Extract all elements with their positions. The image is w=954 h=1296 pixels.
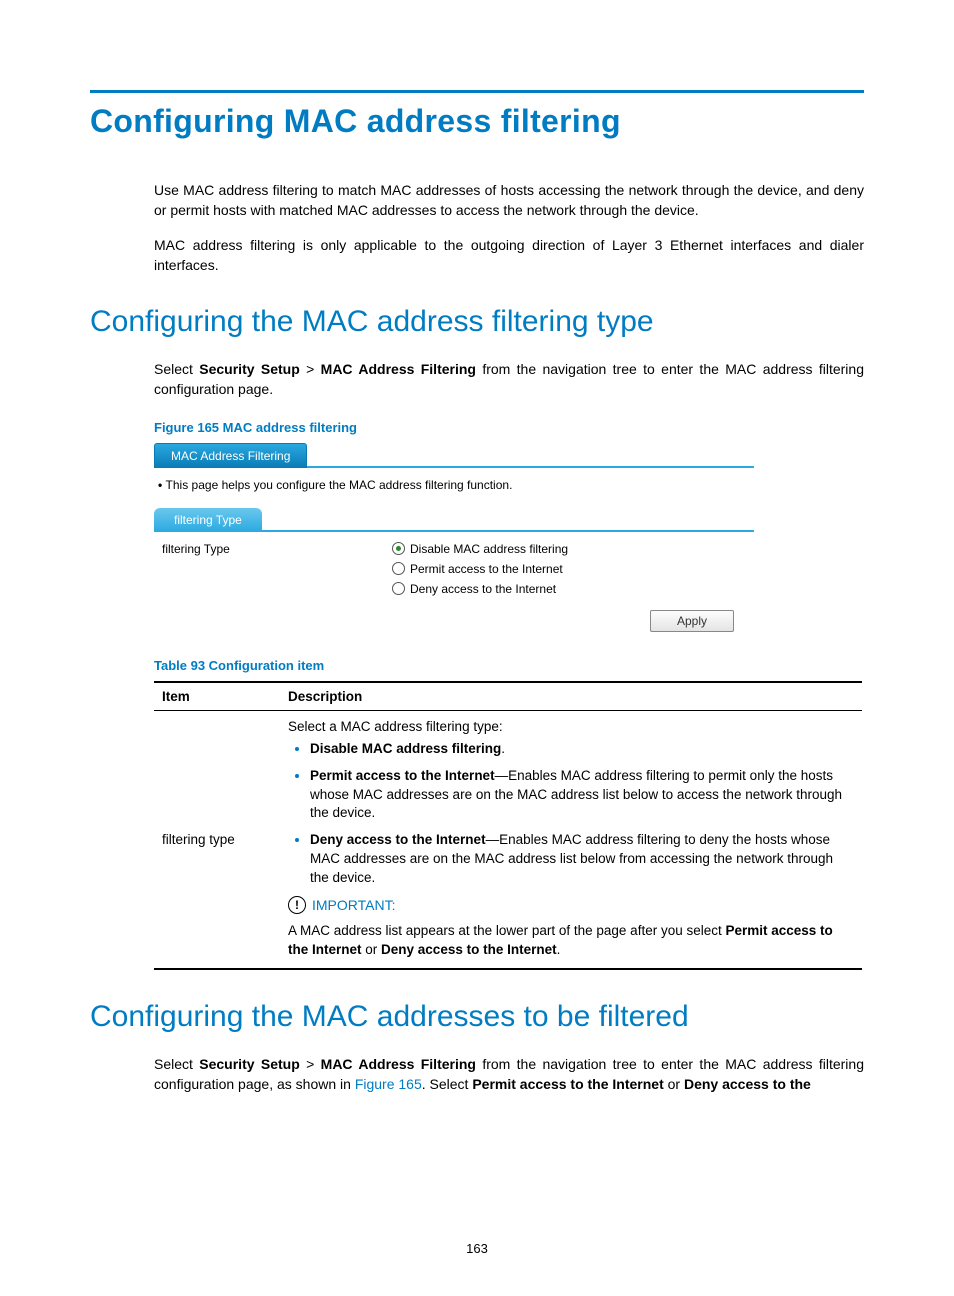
list-item: Disable MAC address filtering. xyxy=(310,740,854,759)
radio-option-disable[interactable]: Disable MAC address filtering xyxy=(392,542,568,556)
nav-instruction-2: Select Security Setup > MAC Address Filt… xyxy=(90,1054,864,1095)
radio-label: Permit access to the Internet xyxy=(410,562,563,576)
section-heading-filtering-type: Configuring the MAC address filtering ty… xyxy=(90,305,864,339)
apply-button[interactable]: Apply xyxy=(650,610,734,632)
radio-icon xyxy=(392,542,405,555)
top-rule xyxy=(90,90,864,93)
subtab-filtering-type[interactable]: filtering Type xyxy=(154,508,262,532)
td-item: filtering type xyxy=(154,710,280,969)
important-icon: ! xyxy=(288,896,306,914)
desc-lead: Select a MAC address filtering type: xyxy=(288,719,854,734)
radio-label: Disable MAC address filtering xyxy=(410,542,568,556)
list-item: Permit access to the Internet—Enables MA… xyxy=(310,767,854,824)
config-table: Item Description filtering type Select a… xyxy=(154,681,862,970)
tab-mac-filtering[interactable]: MAC Address Filtering xyxy=(154,443,307,468)
intro-paragraph-1: Use MAC address filtering to match MAC a… xyxy=(90,180,864,221)
figure-link[interactable]: Figure 165 xyxy=(355,1076,422,1092)
page-number: 163 xyxy=(0,1241,954,1256)
figure-caption: Figure 165 MAC address filtering xyxy=(90,420,864,435)
important-note: A MAC address list appears at the lower … xyxy=(288,922,854,960)
help-text: This page helps you configure the MAC ad… xyxy=(154,468,754,508)
intro-paragraph-2: MAC address filtering is only applicable… xyxy=(90,235,864,276)
radio-icon xyxy=(392,582,405,595)
radio-option-permit[interactable]: Permit access to the Internet xyxy=(392,562,568,576)
screenshot-figure: MAC Address Filtering This page helps yo… xyxy=(154,443,754,638)
radio-option-deny[interactable]: Deny access to the Internet xyxy=(392,582,568,596)
table-row: filtering type Select a MAC address filt… xyxy=(154,710,862,969)
th-item: Item xyxy=(154,682,280,711)
td-description: Select a MAC address filtering type: Dis… xyxy=(280,710,862,969)
th-description: Description xyxy=(280,682,862,711)
section-heading-addresses: Configuring the MAC addresses to be filt… xyxy=(90,1000,864,1034)
radio-group-filtering-type: Disable MAC address filtering Permit acc… xyxy=(392,542,568,596)
list-item: Deny access to the Internet—Enables MAC … xyxy=(310,831,854,888)
radio-label: Deny access to the Internet xyxy=(410,582,556,596)
tab-underline xyxy=(307,466,754,468)
important-label: IMPORTANT: xyxy=(312,897,396,913)
form-label-filtering-type: filtering Type xyxy=(162,542,392,596)
radio-icon xyxy=(392,562,405,575)
table-caption: Table 93 Configuration item xyxy=(90,658,864,673)
nav-instruction-1: Select Security Setup > MAC Address Filt… xyxy=(90,359,864,400)
page-title: Configuring MAC address filtering xyxy=(90,103,864,140)
important-callout: ! IMPORTANT: xyxy=(288,896,854,914)
